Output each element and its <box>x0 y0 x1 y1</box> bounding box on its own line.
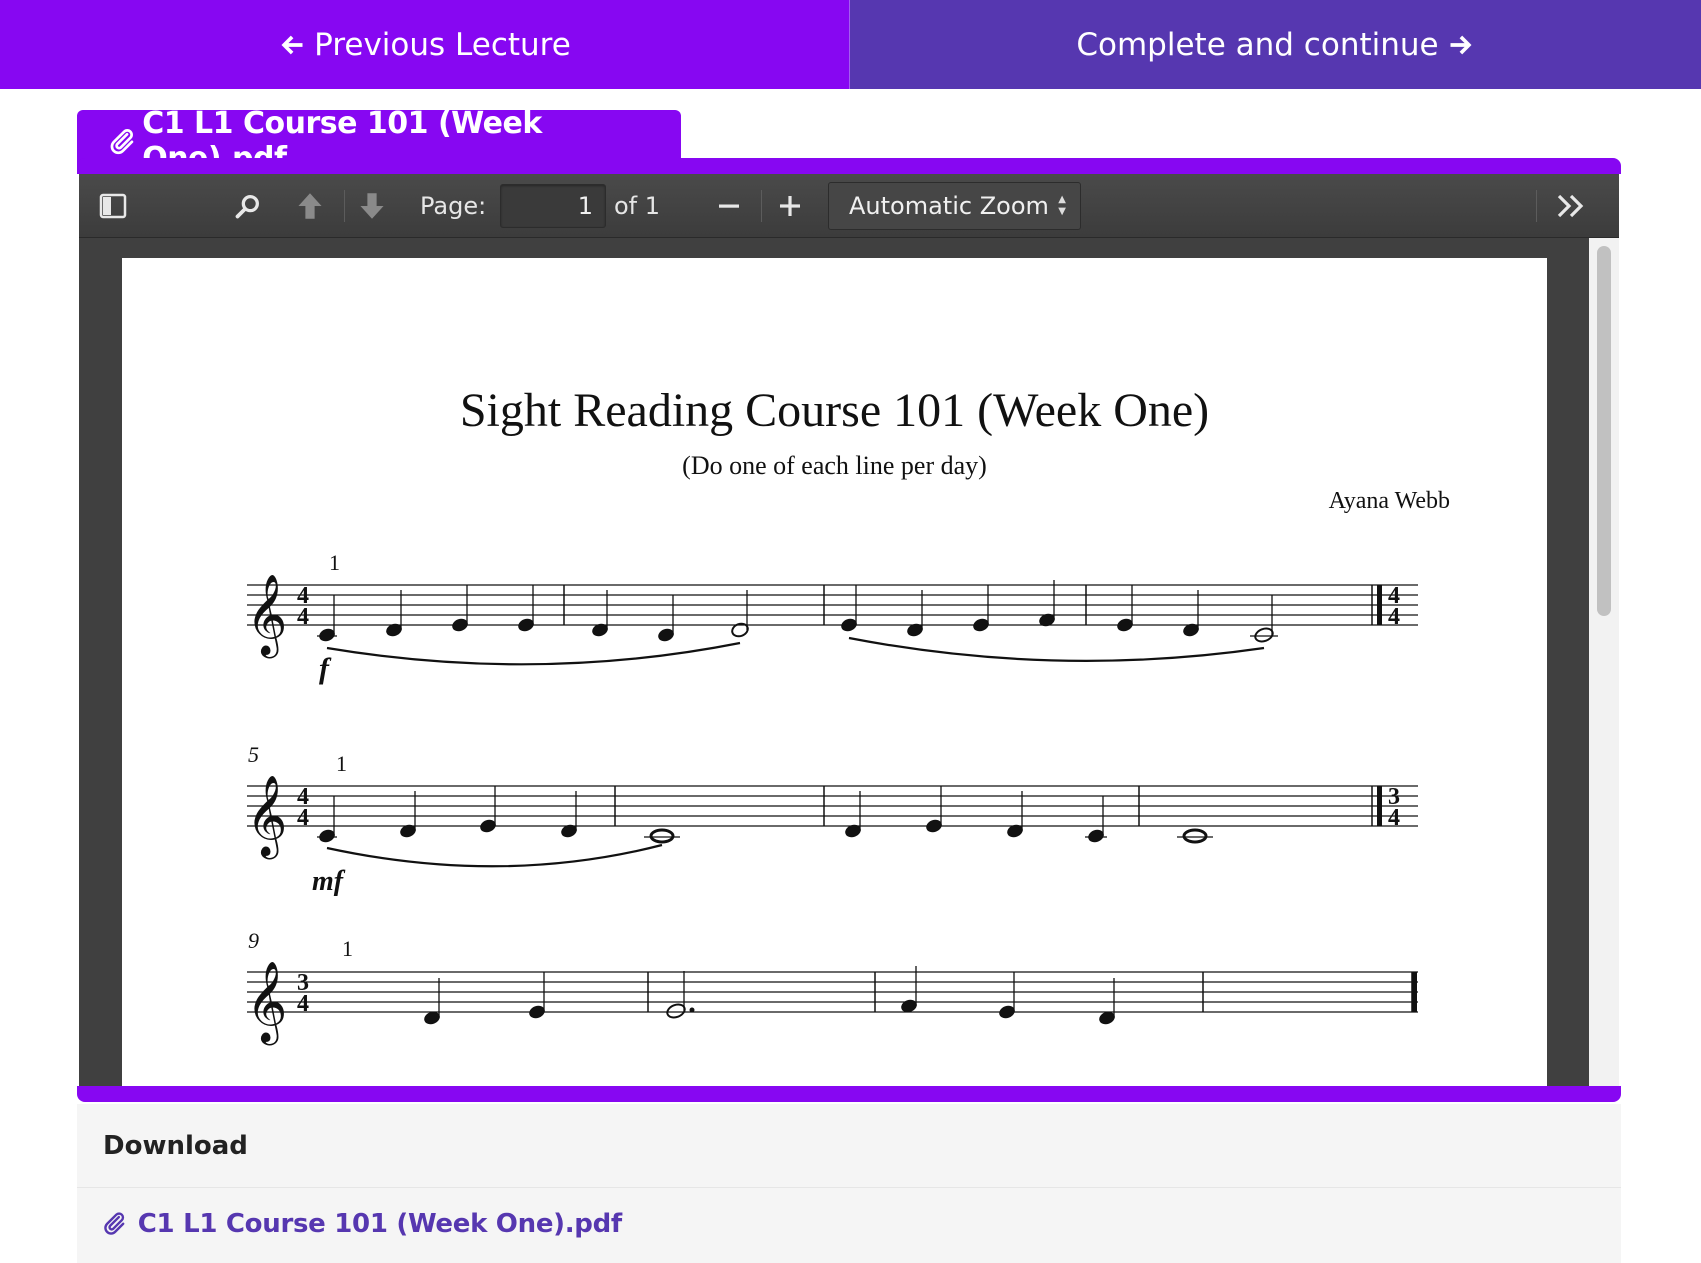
toolbar-separator <box>761 190 762 222</box>
previous-page-icon[interactable] <box>294 190 326 222</box>
download-heading: Download <box>77 1104 1621 1188</box>
staff-system-1: 𝄞 4 4 1 f 4 4 <box>246 550 1418 685</box>
fingering: 1 <box>329 550 340 575</box>
scrollbar-thumb[interactable] <box>1597 246 1611 616</box>
lecture-nav-bar: Previous Lecture Complete and continue <box>0 0 1701 89</box>
download-file-link[interactable]: C1 L1 Course 101 (Week One).pdf <box>77 1188 1621 1263</box>
fingering: 1 <box>336 751 347 776</box>
zoom-out-icon[interactable] <box>713 190 745 222</box>
search-icon[interactable] <box>232 190 264 222</box>
next-page-icon[interactable] <box>356 190 388 222</box>
complete-and-continue-label: Complete and continue <box>1076 26 1439 63</box>
svg-text:4: 4 <box>297 805 309 831</box>
svg-text:4: 4 <box>1388 604 1400 630</box>
complete-and-continue-button[interactable]: Complete and continue <box>850 0 1701 89</box>
page-total-label: of 1 <box>614 192 661 220</box>
viewer-top-border <box>77 158 1621 174</box>
tools-menu-icon[interactable] <box>1555 190 1587 222</box>
treble-clef: 𝄞 <box>246 962 287 1045</box>
toolbar-separator <box>1536 190 1537 222</box>
select-arrows-icon: ▲ ▼ <box>1058 194 1066 217</box>
sidebar-toggle-icon[interactable] <box>97 190 129 222</box>
previous-lecture-button[interactable]: Previous Lecture <box>0 0 850 89</box>
measure-number: 5 <box>248 742 259 767</box>
svg-text:4: 4 <box>297 604 309 630</box>
measure-number: 9 <box>248 928 259 953</box>
staff-system-3: 9 1 𝄞 3 4 <box>246 928 1418 1045</box>
sheet-music: 𝄞 4 4 1 f 4 4 5 1 𝄞 4 4 mf 3 4 9 1 𝄞 3 4 <box>246 550 1418 1045</box>
page-number-input[interactable]: 1 <box>500 184 606 228</box>
pdf-page: Sight Reading Course 101 (Week One) (Do … <box>122 258 1547 1086</box>
download-file-name[interactable]: C1 L1 Course 101 (Week One).pdf <box>138 1209 622 1239</box>
fingering: 1 <box>342 936 353 961</box>
viewer-bottom-border <box>77 1086 1621 1102</box>
svg-text:4: 4 <box>297 991 309 1017</box>
pdf-viewer: Page: 1 of 1 Automatic Zoom ▲ ▼ Sight Rea… <box>79 174 1619 1086</box>
zoom-select[interactable]: Automatic Zoom ▲ ▼ <box>828 182 1081 230</box>
pdf-toolbar: Page: 1 of 1 Automatic Zoom ▲ ▼ <box>79 174 1619 238</box>
dynamic-marking: f <box>319 652 332 685</box>
arrow-right-icon <box>1450 35 1472 54</box>
previous-lecture-label: Previous Lecture <box>314 26 571 63</box>
svg-text:4: 4 <box>1388 805 1400 831</box>
zoom-in-icon[interactable] <box>774 190 806 222</box>
staff-system-2: 5 1 𝄞 4 4 mf 3 4 <box>246 742 1418 897</box>
treble-clef: 𝄞 <box>246 776 287 859</box>
paperclip-icon <box>110 129 134 155</box>
paperclip-icon <box>104 1212 125 1235</box>
page-label: Page: <box>420 192 487 220</box>
toolbar-separator <box>344 190 345 222</box>
dynamic-marking: mf <box>312 866 346 897</box>
zoom-select-value: Automatic Zoom <box>849 192 1049 220</box>
arrow-left-icon <box>281 35 303 54</box>
treble-clef: 𝄞 <box>246 575 287 658</box>
pdf-scrollbar[interactable] <box>1589 238 1619 1086</box>
